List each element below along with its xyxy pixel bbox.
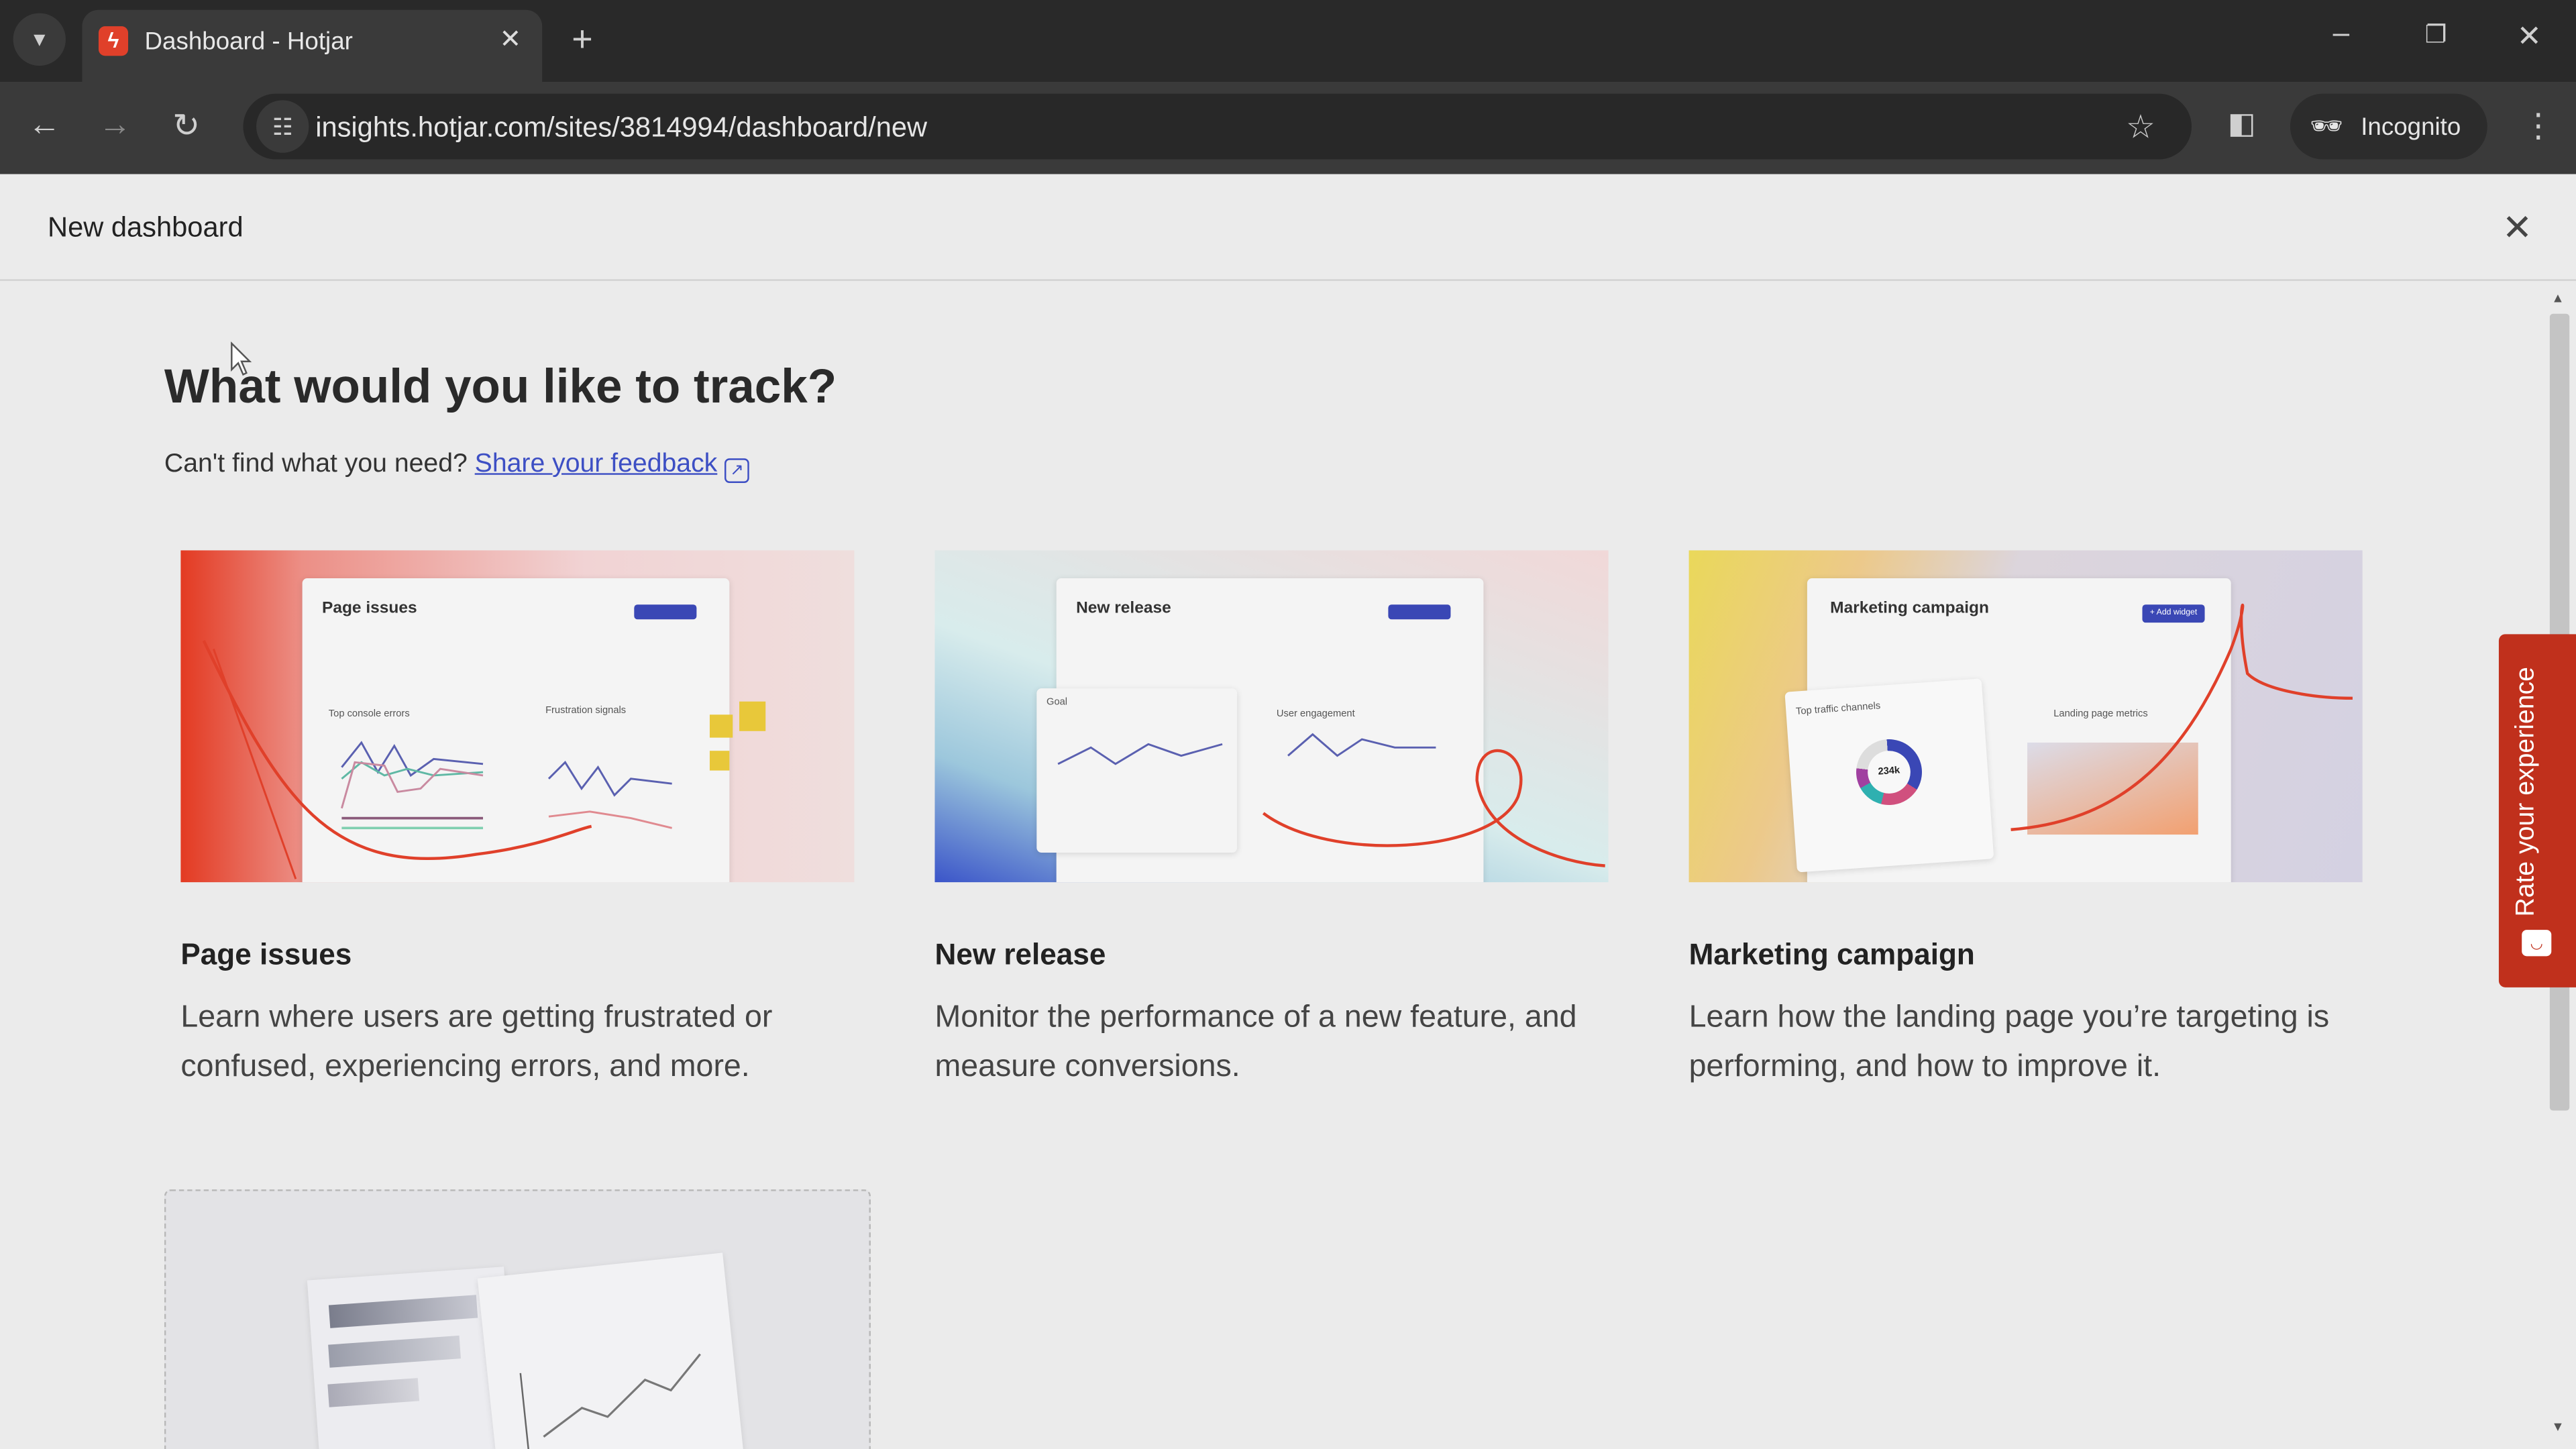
page-issues-illustration: Page issues Top console errors Frustrati… bbox=[180, 550, 855, 883]
template-card-marketing-campaign[interactable]: Marketing campaign + Add widget Landing … bbox=[1688, 550, 2363, 1092]
side-panel-icon[interactable]: ◧ bbox=[2228, 107, 2256, 141]
template-card-page-issues[interactable]: Page issues Top console errors Frustrati… bbox=[180, 550, 855, 1092]
illustration-chart-sheet bbox=[477, 1252, 745, 1449]
incognito-label: Incognito bbox=[2361, 113, 2461, 142]
browser-tab[interactable]: ϟ Dashboard - Hotjar ✕ bbox=[82, 9, 543, 83]
incognito-icon: 🕶 bbox=[2310, 113, 2344, 142]
feedback-face-icon: ◡ bbox=[2522, 930, 2552, 957]
minimize-icon[interactable]: – bbox=[2333, 16, 2350, 50]
feedback-prompt: Can't find what you need? Share your fee… bbox=[164, 450, 749, 484]
modal-header: New dashboard ✕ bbox=[0, 174, 2576, 281]
browser-toolbar: ← → ↻ ☷ insights.hotjar.com/sites/381499… bbox=[0, 82, 2576, 174]
hotjar-favicon-icon: ϟ bbox=[98, 26, 129, 56]
illustration-line-chart bbox=[519, 1353, 701, 1449]
tab-search-chevron-icon[interactable]: ▼ bbox=[13, 13, 66, 66]
external-link-icon: ↗ bbox=[724, 458, 749, 484]
forward-icon[interactable]: → bbox=[99, 107, 131, 144]
illustration-bar bbox=[328, 1295, 478, 1328]
tab-close-icon[interactable]: ✕ bbox=[499, 23, 521, 56]
template-description: Learn where users are getting frustrated… bbox=[180, 1000, 773, 1085]
template-title: New release bbox=[934, 938, 1106, 971]
marketing-campaign-illustration: Marketing campaign + Add widget Landing … bbox=[1688, 550, 2363, 883]
share-feedback-link[interactable]: Share your feedback bbox=[475, 450, 718, 478]
menu-icon[interactable]: ⋮ bbox=[2522, 105, 2555, 146]
template-description: Learn how the landing page you’re target… bbox=[1688, 1000, 2330, 1085]
scroll-up-icon[interactable]: ▲ bbox=[2551, 290, 2564, 305]
feedback-prompt-text: Can't find what you need? bbox=[164, 450, 468, 478]
illustration-bar bbox=[327, 1378, 420, 1407]
browser-tab-strip: ▼ ϟ Dashboard - Hotjar ✕ + – ❐ ✕ bbox=[0, 0, 2576, 83]
template-card-new-release[interactable]: New release User engagement Goal New rel… bbox=[934, 550, 1609, 1092]
scroll-down-icon[interactable]: ▼ bbox=[2551, 1419, 2564, 1434]
rate-experience-tab[interactable]: Rate your experience ◡ bbox=[2498, 634, 2576, 987]
blank-dashboard-card[interactable] bbox=[164, 1189, 871, 1449]
incognito-badge[interactable]: 🕶 Incognito bbox=[2290, 93, 2487, 160]
rate-experience-label: Rate your experience bbox=[2512, 667, 2540, 917]
page-heading: What would you like to track? bbox=[164, 361, 837, 415]
restore-icon[interactable]: ❐ bbox=[2425, 19, 2447, 50]
tab-title: Dashboard - Hotjar bbox=[144, 28, 353, 56]
modal-close-icon[interactable]: ✕ bbox=[2502, 207, 2532, 250]
back-icon[interactable]: ← bbox=[28, 107, 61, 144]
illustration-bar bbox=[328, 1335, 461, 1368]
window-close-icon[interactable]: ✕ bbox=[2517, 19, 2542, 54]
site-settings-icon[interactable]: ☷ bbox=[256, 100, 309, 153]
template-title: Marketing campaign bbox=[1688, 938, 1975, 971]
red-squiggle bbox=[202, 640, 592, 879]
template-title: Page issues bbox=[180, 938, 352, 971]
reload-icon[interactable]: ↻ bbox=[172, 105, 200, 146]
red-squiggle bbox=[1057, 733, 1605, 867]
new-release-illustration: New release User engagement Goal bbox=[934, 550, 1609, 883]
new-tab-icon[interactable]: + bbox=[572, 18, 592, 61]
template-description: Monitor the performance of a new feature… bbox=[934, 1000, 1577, 1085]
mouse-cursor-icon bbox=[231, 341, 252, 376]
url-text[interactable]: insights.hotjar.com/sites/3814994/dashbo… bbox=[315, 112, 927, 145]
template-picker: What would you like to track? Can't find… bbox=[0, 280, 2544, 1449]
red-squiggle bbox=[2010, 604, 2353, 831]
address-bar[interactable]: ☷ insights.hotjar.com/sites/3814994/dash… bbox=[243, 93, 2192, 160]
modal-title: New dashboard bbox=[48, 211, 244, 244]
bookmark-star-icon[interactable]: ☆ bbox=[2126, 107, 2155, 148]
